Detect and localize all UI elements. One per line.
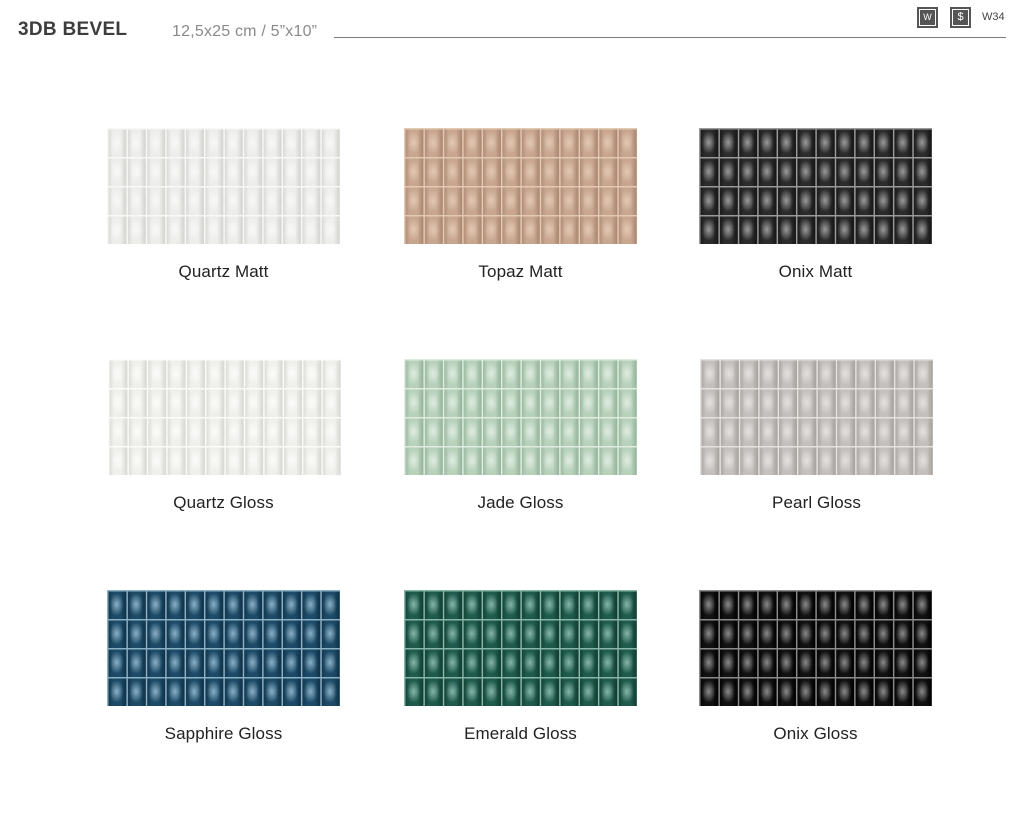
wall-icon: W xyxy=(917,7,938,28)
swatch-label-onix-gloss: Onix Gloss xyxy=(773,724,858,743)
page-header: 3DB BEVEL 12,5x25 cm / 5”x10” W $ W34 xyxy=(0,0,1016,50)
header-divider xyxy=(334,37,1006,38)
swatch-label-onix-matt: Onix Matt xyxy=(778,262,853,281)
swatch-label-quartz-matt: Quartz Matt xyxy=(178,262,269,281)
wall-badge-label: W xyxy=(920,10,935,25)
swatch-tile-emerald-gloss xyxy=(404,590,637,706)
swatch-tile-pearl-gloss xyxy=(700,359,933,475)
swatch-tile-topaz-matt xyxy=(404,128,637,244)
swatch-tile-sapphire-gloss xyxy=(107,590,340,706)
swatch-tile-jade-gloss xyxy=(404,359,637,475)
swatch-label-topaz-matt: Topaz Matt xyxy=(478,262,563,281)
swatch-tile-quartz-gloss xyxy=(108,359,341,475)
swatch-tile-quartz-matt xyxy=(107,128,340,244)
swatch-label-jade-gloss: Jade Gloss xyxy=(477,493,564,512)
price-badge-label: $ xyxy=(953,10,968,25)
product-title: 3DB BEVEL xyxy=(18,19,128,40)
product-code: W34 xyxy=(982,11,1005,23)
swatch-label-pearl-gloss: Pearl Gloss xyxy=(772,493,861,512)
price-icon: $ xyxy=(950,7,971,28)
swatch-label-sapphire-gloss: Sapphire Gloss xyxy=(164,724,283,743)
swatch-tile-onix-gloss xyxy=(699,590,932,706)
swatch-label-emerald-gloss: Emerald Gloss xyxy=(464,724,577,743)
product-size: 12,5x25 cm / 5”x10” xyxy=(172,23,318,40)
swatch-tile-onix-matt xyxy=(699,128,932,244)
swatch-label-quartz-gloss: Quartz Gloss xyxy=(173,493,274,512)
